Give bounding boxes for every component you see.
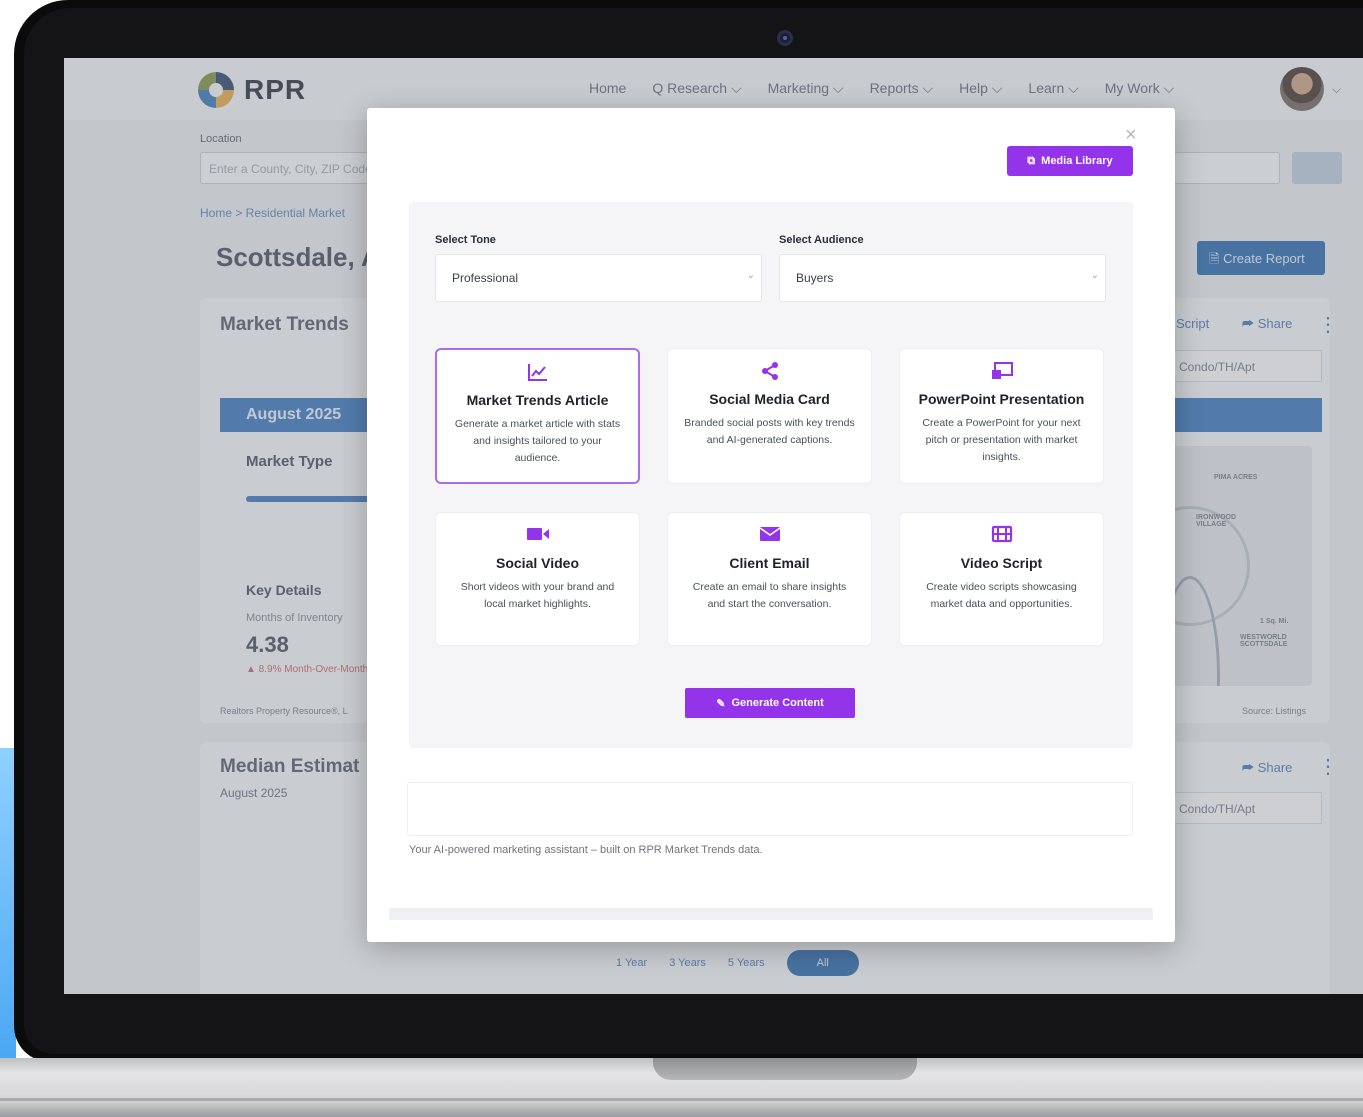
tile-video-script[interactable]: Video Script Create video scripts showca… xyxy=(899,512,1104,646)
tile-description: Generate a market article with stats and… xyxy=(454,418,621,464)
media-library-button[interactable]: ⧉ Media Library xyxy=(1007,146,1133,176)
tone-value: Professional xyxy=(452,271,519,285)
presentation-icon xyxy=(900,361,1103,385)
options-panel: Select Tone Professional ⌄ Select Audien… xyxy=(409,202,1133,748)
generate-content-label: Generate Content xyxy=(731,697,824,709)
laptop-base-edge xyxy=(0,1098,1363,1101)
laptop-hinge-notch xyxy=(653,1058,917,1080)
envelope-icon xyxy=(668,525,871,549)
tile-client-email[interactable]: Client Email Create an email to share in… xyxy=(667,512,872,646)
tile-market-trends-article[interactable]: Market Trends Article Generate a market … xyxy=(435,348,640,484)
chevron-down-icon: ⌄ xyxy=(1090,270,1099,281)
audience-label: Select Audience xyxy=(779,234,864,246)
film-icon xyxy=(900,525,1103,549)
tile-description: Create video scripts showcasing market d… xyxy=(926,581,1077,610)
tone-label: Select Tone xyxy=(435,234,496,246)
tile-title: Market Trends Article xyxy=(466,392,609,408)
tile-title: Client Email xyxy=(729,555,810,571)
tile-social-media-card[interactable]: Social Media Card Branded social posts w… xyxy=(667,348,872,484)
tile-title: Video Script xyxy=(960,555,1043,571)
audience-value: Buyers xyxy=(796,271,834,285)
tile-description: Create an email to share insights and st… xyxy=(692,581,847,610)
tile-description: Create a PowerPoint for your next pitch … xyxy=(922,417,1081,463)
generated-output-box[interactable] xyxy=(407,782,1133,836)
audience-select[interactable]: Buyers ⌄ xyxy=(779,254,1106,302)
tile-title: PowerPoint Presentation xyxy=(918,391,1085,407)
content-generator-modal: × ⧉ Media Library Select Tone Profession… xyxy=(367,108,1175,942)
tile-description: Branded social posts with key trends and… xyxy=(684,417,855,446)
images-icon: ⧉ xyxy=(1027,154,1036,167)
tile-social-video[interactable]: Social Video Short videos with your bran… xyxy=(435,512,640,646)
laptop-screen: RPR Home Q Research ⌵ Marketing ⌵ Report… xyxy=(64,58,1363,994)
video-camera-icon xyxy=(436,525,639,549)
webcam-icon xyxy=(777,30,793,46)
tile-powerpoint-presentation[interactable]: PowerPoint Presentation Create a PowerPo… xyxy=(899,348,1104,484)
tile-title: Social Media Card xyxy=(709,391,830,407)
chevron-down-icon: ⌄ xyxy=(746,270,755,281)
media-library-label: Media Library xyxy=(1041,155,1113,167)
share-icon xyxy=(668,361,871,385)
progress-track xyxy=(389,908,1153,920)
assistant-tagline: Your AI-powered marketing assistant – bu… xyxy=(409,844,763,856)
tile-title: Social Video xyxy=(496,555,579,571)
chart-line-icon xyxy=(437,362,638,386)
close-icon[interactable]: × xyxy=(1125,124,1137,147)
tile-description: Short videos with your brand and local m… xyxy=(460,581,615,610)
pencil-icon: ✎ xyxy=(716,697,726,710)
generate-content-button[interactable]: ✎ Generate Content xyxy=(685,688,855,718)
tone-select[interactable]: Professional ⌄ xyxy=(435,254,762,302)
